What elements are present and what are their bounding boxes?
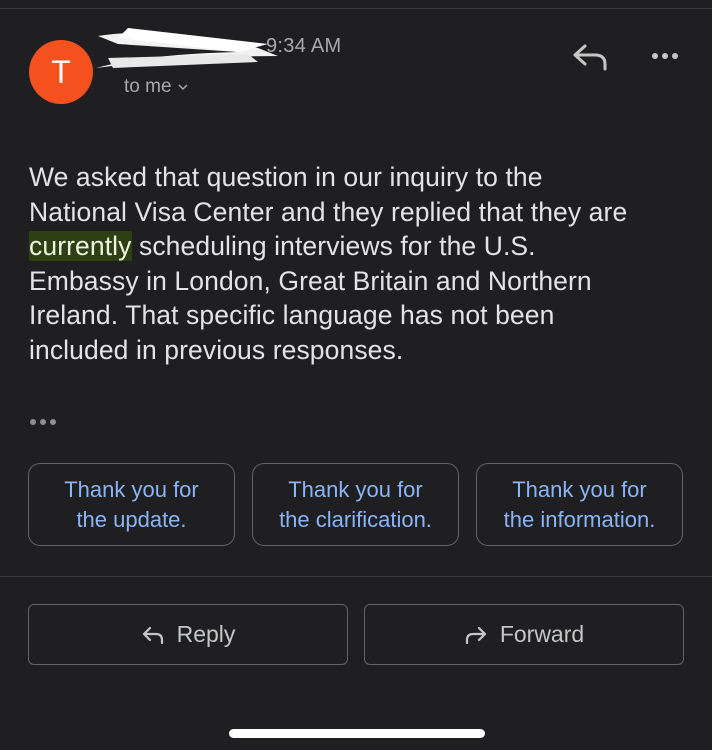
email-view: T 9:34 AM to me We asked that question i… — [0, 0, 712, 750]
reply-label: Reply — [176, 621, 236, 647]
smart-reply-line: Thank you for — [288, 476, 423, 502]
body-line: Embassy in London, Great Britain and Nor… — [29, 265, 592, 296]
smart-reply-update[interactable]: Thank you for the update. — [28, 463, 235, 546]
body-line-rest: scheduling interviews for the U.S. — [131, 231, 536, 261]
smart-reply-clarification[interactable]: Thank you for the clarification. — [252, 463, 459, 546]
body-line: National Visa Center and they replied th… — [29, 196, 628, 227]
chevron-down-icon — [178, 84, 188, 91]
smart-reply-line: the information. — [503, 506, 656, 532]
body-line: We asked that question in our inquiry to… — [29, 162, 543, 192]
body-line: currently scheduling interviews for the … — [29, 229, 689, 264]
forward-button[interactable]: Forward — [364, 604, 684, 665]
redacted-sender-name — [96, 28, 278, 68]
more-horizontal-icon[interactable] — [650, 46, 680, 66]
divider — [0, 8, 712, 9]
smart-reply-line: Thank you for — [512, 476, 647, 502]
divider — [0, 576, 712, 577]
forward-arrow-icon — [465, 626, 486, 644]
reply-arrow-icon — [142, 626, 163, 644]
highlighted-word: currently — [29, 231, 132, 261]
body-line: included in previous responses. — [29, 334, 404, 365]
message-body: We asked that question in our inquiry to… — [29, 160, 689, 367]
body-line: Ireland. That specific language has not … — [29, 300, 555, 330]
sender-avatar[interactable]: T — [29, 40, 93, 104]
reply-icon[interactable] — [571, 42, 609, 72]
smart-reply-information[interactable]: Thank you for the information. — [476, 463, 683, 546]
smart-reply-line: Thank you for — [64, 476, 199, 502]
forward-label: Forward — [499, 621, 585, 647]
home-indicator[interactable] — [229, 729, 485, 738]
smart-reply-line: the clarification. — [279, 506, 432, 532]
reply-button[interactable]: Reply — [28, 604, 348, 665]
message-time: 9:34 AM — [266, 35, 342, 57]
recipient-label: to me — [124, 76, 172, 97]
smart-reply-line: the update. — [76, 506, 187, 532]
recipient-details-toggle[interactable]: to me — [124, 76, 188, 98]
ellipsis-icon[interactable] — [28, 412, 60, 432]
